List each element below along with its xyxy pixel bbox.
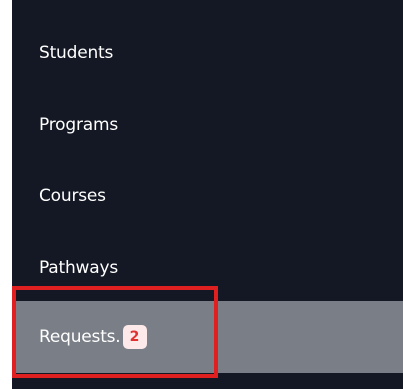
sidebar-item-courses[interactable]: Courses bbox=[12, 160, 403, 232]
sidebar-item-label: Programs bbox=[39, 115, 118, 135]
sidebar-item-label: Courses bbox=[39, 186, 106, 206]
sidebar-item-students[interactable]: Students bbox=[12, 17, 403, 89]
requests-count-badge: 2 bbox=[122, 325, 147, 349]
sidebar-bottom-strip bbox=[12, 373, 403, 389]
sidebar-item-label: Requests. bbox=[39, 327, 121, 347]
sidebar-item-label: Pathways bbox=[39, 258, 118, 278]
sidebar-item-pathways[interactable]: Pathways bbox=[12, 232, 403, 304]
sidebar-item-programs[interactable]: Programs bbox=[12, 89, 403, 161]
sidebar-item-requests[interactable]: Requests. 2 bbox=[12, 301, 403, 373]
sidebar-nav: Students Programs Courses Pathways Reque… bbox=[12, 0, 403, 389]
page: Students Programs Courses Pathways Reque… bbox=[0, 0, 403, 389]
sidebar-item-label: Students bbox=[39, 43, 114, 63]
